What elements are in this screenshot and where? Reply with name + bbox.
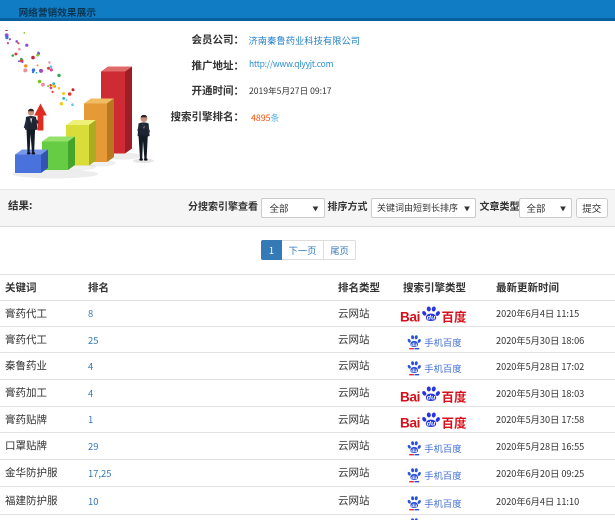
svg-text:百度: 百度 bbox=[442, 413, 468, 431]
svg-text:du: du bbox=[411, 342, 417, 348]
svg-text:du: du bbox=[411, 475, 417, 481]
svg-text:du: du bbox=[411, 503, 417, 509]
svg-text:du: du bbox=[427, 315, 436, 322]
svg-text:Bai: Bai bbox=[400, 389, 420, 404]
svg-text:手机百度: 手机百度 bbox=[424, 441, 461, 455]
svg-text:手机百度: 手机百度 bbox=[424, 361, 461, 375]
svg-text:du: du bbox=[411, 368, 417, 374]
svg-text:Bai: Bai bbox=[400, 310, 420, 325]
svg-text:du: du bbox=[427, 421, 436, 428]
svg-text:手机百度: 手机百度 bbox=[424, 496, 461, 510]
svg-text:du: du bbox=[411, 448, 417, 454]
svg-text:手机百度: 手机百度 bbox=[424, 335, 461, 349]
svg-text:手机百度: 手机百度 bbox=[424, 468, 461, 482]
svg-text:Bai: Bai bbox=[400, 416, 420, 431]
svg-text:百度: 百度 bbox=[442, 307, 468, 325]
svg-text:du: du bbox=[427, 395, 436, 402]
svg-text:百度: 百度 bbox=[442, 386, 468, 404]
